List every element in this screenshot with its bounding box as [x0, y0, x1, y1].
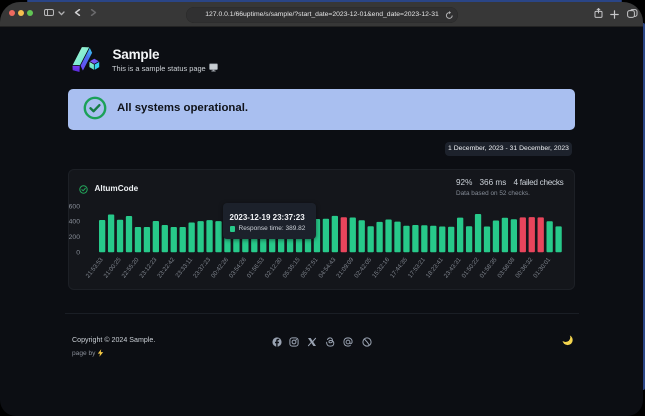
- svg-text:200: 200: [69, 234, 81, 241]
- svg-text:600: 600: [69, 203, 81, 210]
- svg-text:01:30:01: 01:30:01: [532, 256, 552, 279]
- svg-text:400: 400: [69, 219, 81, 226]
- svg-text:23:22:42: 23:22:42: [156, 256, 176, 279]
- svg-text:0: 0: [76, 249, 80, 256]
